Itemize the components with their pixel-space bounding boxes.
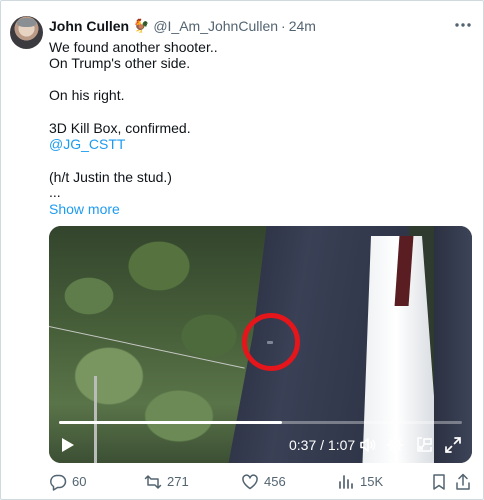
tweet-line: 3D Kill Box, confirmed. [49,120,191,136]
tweet-line: On his right. [49,87,125,103]
mention-link[interactable]: @JG_CSTT [49,136,125,153]
settings-gear-icon[interactable] [386,436,404,454]
show-more-link[interactable]: Show more [49,201,120,218]
tweet-line: (h/t Justin the stud.) [49,169,172,185]
tweet-line: We found another shooter.. [49,39,218,55]
reply-button[interactable]: 60 [49,473,86,491]
bookmark-button[interactable] [430,473,453,491]
views-count: 15K [360,474,384,489]
video-player[interactable]: 0:37 / 1:07 [49,226,472,463]
heart-icon [242,474,258,490]
like-button[interactable]: 456 [241,473,286,491]
repost-button[interactable]: 271 [144,473,189,491]
red-highlight-circle [242,313,300,371]
tweet-card: John Cullen 🐓 @I_Am_JohnCullen · 24m We … [0,0,484,500]
bookmark-icon [433,474,445,490]
author-handle[interactable]: @I_Am_JohnCullen [153,18,278,34]
tweet-actions: 60 271 456 15K [49,471,473,493]
share-icon [456,473,470,490]
tweet-line: On Trump's other side. [49,55,191,71]
author-name[interactable]: John Cullen [49,18,129,34]
rooster-emoji: 🐓 [133,18,150,33]
separator-dot: · [281,18,286,34]
reply-count: 60 [72,474,87,489]
timestamp[interactable]: 24m [289,18,316,34]
share-button[interactable] [454,473,477,491]
volume-icon[interactable] [359,436,377,454]
reply-icon [50,474,67,491]
repost-count: 271 [167,474,189,489]
picture-in-picture-icon[interactable] [415,436,433,454]
repost-icon [144,475,162,489]
views-button[interactable]: 15K [337,473,383,491]
video-timecode: 0:37 / 1:07 [289,437,356,453]
video-progress-fill [59,421,282,424]
avatar[interactable] [10,16,43,49]
tweet-line: ... [49,184,61,200]
video-progress-bar[interactable] [59,421,462,424]
tweet-header: John Cullen 🐓 @I_Am_JohnCullen · 24m [49,16,473,36]
more-options-icon[interactable] [453,15,473,35]
fullscreen-icon[interactable] [444,436,462,454]
video-controls: 0:37 / 1:07 [49,427,472,463]
play-icon[interactable] [61,437,75,458]
views-chart-icon [339,475,353,489]
like-count: 456 [264,474,286,489]
